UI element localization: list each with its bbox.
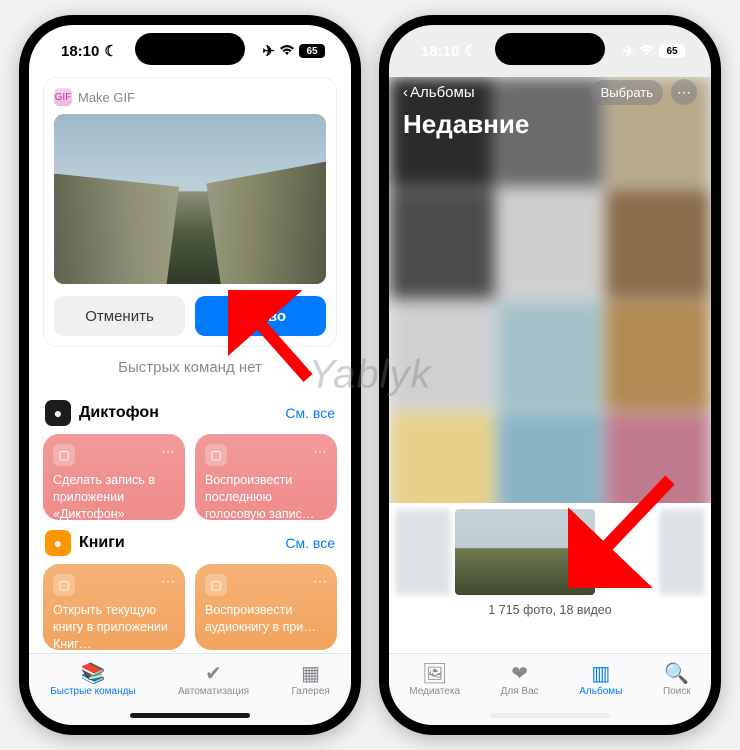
tile-app-icon: ▢ [205,574,227,596]
ellipsis-icon[interactable]: ⋯ [161,442,175,461]
tab-icon: ❤︎ [511,662,528,684]
album-title: Недавние [403,109,697,140]
ellipsis-icon[interactable]: ⋯ [313,572,327,591]
cancel-button[interactable]: Отменить [54,296,185,336]
ellipsis-icon[interactable]: ⋯ [161,572,175,591]
wifi-icon [639,43,655,60]
moon-icon: ☾ [464,42,477,60]
gif-preview-image [54,114,326,284]
tile-app-icon: ▢ [205,444,227,466]
tab-label: Галерея [291,686,329,697]
done-button[interactable]: Готово [195,296,326,336]
tab-label: Медиатека [409,686,460,697]
ellipsis-icon: ⋯ [677,84,691,101]
more-button[interactable]: ⋯ [671,79,697,105]
section-app-icon: ● [45,530,71,556]
tab-Альбомы[interactable]: ▥ Альбомы [579,662,622,697]
photo-count-label: 1 715 фото, 18 видео [395,603,705,617]
status-time: 18:10 [61,43,99,60]
moon-icon: ☾ [104,42,117,60]
ellipsis-icon[interactable]: ⋯ [313,442,327,461]
tab-Поиск[interactable]: 🔍 Поиск [663,662,691,697]
tile-label: Воспроизвести аудиокнигу в при… [205,602,327,636]
tab-Медиатека[interactable]: 🖼 Медиатека [409,662,460,697]
wifi-icon [279,43,295,60]
photo-thumbnail[interactable] [659,509,705,595]
tab-label: Поиск [663,686,691,697]
tab-Автоматизация[interactable]: ✔︎ Автоматизация [178,662,249,697]
photo-thumbnail[interactable] [395,509,451,595]
tab-Быстрые команды[interactable]: 📚 Быстрые команды [50,662,135,697]
tab-icon: 🖼 [422,662,447,684]
tab-Для Вас[interactable]: ❤︎ Для Вас [501,662,539,697]
tab-icon: 🔍 [664,662,689,684]
photo-thumbnail-gif[interactable] [455,509,595,595]
tile-label: Открыть текущую книгу в приложении Книг… [53,602,175,650]
tab-label: Альбомы [579,686,622,697]
tab-Галерея[interactable]: ▦ Галерея [291,662,329,697]
shortcut-tile[interactable]: ▢ ⋯ Воспроизвести последнюю голосовую за… [195,434,337,520]
tab-label: Быстрые команды [50,686,135,697]
see-all-link[interactable]: См. все [285,535,335,551]
airplane-icon: ✈︎ [622,42,635,60]
make-gif-icon: GIF [54,88,72,106]
see-all-link[interactable]: См. все [285,405,335,421]
dynamic-island [135,33,245,65]
recent-thumbnails-strip: 1 715 фото, 18 видео [389,503,711,653]
section-title: Книги [79,534,125,552]
back-button[interactable]: ‹ Альбомы [403,84,475,101]
section-app-icon: ● [45,400,71,426]
tab-bar: 🖼 Медиатека ❤︎ Для Вас ▥ Альбомы 🔍 Поиск [389,653,711,725]
tile-label: Сделать запись в приложении «Диктофон» [53,472,175,520]
tab-icon: ▦ [301,662,320,684]
select-button[interactable]: Выбрать [591,80,663,105]
status-time: 18:10 [421,43,459,60]
tab-icon: 📚 [80,662,105,684]
shortcut-tile[interactable]: ▢ ⋯ Сделать запись в приложении «Диктофо… [43,434,185,520]
empty-shortcuts-label: Быстрых команд нет [43,359,337,376]
tile-app-icon: ▢ [53,574,75,596]
watermark: Yablyk [308,353,431,398]
shortcut-tile[interactable]: ▢ ⋯ Открыть текущую книгу в приложении К… [43,564,185,650]
back-label: Альбомы [410,84,475,101]
dynamic-island [495,33,605,65]
tab-label: Для Вас [501,686,539,697]
battery-icon: 65 [299,44,325,58]
home-indicator [130,713,250,718]
tile-app-icon: ▢ [53,444,75,466]
section-title: Диктофон [79,404,159,422]
airplane-icon: ✈︎ [262,42,275,60]
battery-icon: 65 [659,44,685,58]
tab-icon: ✔︎ [205,662,222,684]
tab-label: Автоматизация [178,686,249,697]
chevron-left-icon: ‹ [403,84,408,101]
gif-preview-card: GIF Make GIF Отменить Готово [43,77,337,347]
tab-icon: ▥ [591,662,610,684]
shortcut-tile[interactable]: ▢ ⋯ Воспроизвести аудиокнигу в при… [195,564,337,650]
tile-label: Воспроизвести последнюю голосовую запис… [205,472,327,520]
card-app-name: Make GIF [78,90,135,105]
